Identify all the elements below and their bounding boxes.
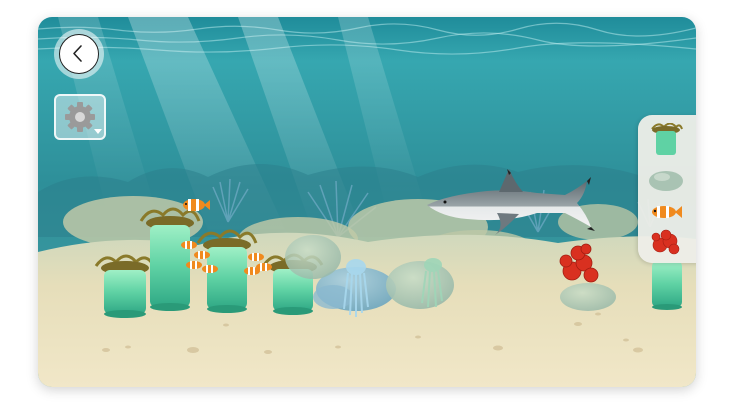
reef-scene[interactable] [38,17,696,387]
tray-item-red-coral[interactable] [644,227,688,259]
gear-icon [65,102,102,134]
red-coral-icon [651,229,680,255]
settings-button[interactable] [54,94,106,140]
back-button[interactable] [54,29,104,79]
tray-item-clownfish[interactable] [644,197,688,229]
caret-down-icon [94,129,102,134]
chevron-left-icon [73,45,82,62]
game-viewport[interactable] [38,17,696,387]
clownfish-icon [652,206,682,218]
anemone[interactable] [94,254,156,318]
tray-item-anemone[interactable] [644,122,688,155]
tray-item-rock[interactable] [644,163,688,195]
rock-icon [649,171,683,191]
anemone[interactable] [652,261,682,310]
back-button-face[interactable] [59,34,99,74]
item-tray[interactable] [638,115,696,263]
anemone-icon [651,122,683,155]
